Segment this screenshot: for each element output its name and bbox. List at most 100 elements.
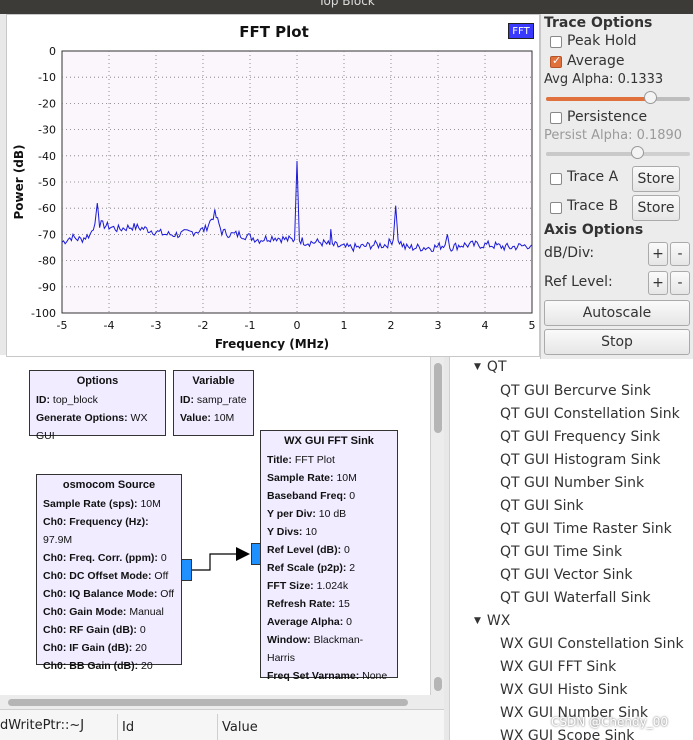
variable-block[interactable]: Variable ID: samp_rate Value: 10M (173, 370, 254, 436)
tree-item[interactable]: QT GUI Time Sink (500, 544, 622, 560)
y-tick-label: -60 (38, 202, 56, 215)
tree-category-qt[interactable]: ▼ QT (474, 359, 507, 375)
block-param: Sample Rate: 10M (267, 472, 357, 484)
tree-item[interactable]: QT GUI Constellation Sink (500, 406, 680, 422)
ref-level-minus-button[interactable]: - (670, 271, 690, 295)
x-tick-label: 3 (435, 319, 442, 332)
block-param: Sample Rate (sps): 10M (43, 498, 161, 510)
store-a-button[interactable]: Store (632, 166, 680, 192)
block-param: Ch0: Gain Mode: Manual (43, 606, 164, 618)
tree-item[interactable]: QT GUI Number Sink (500, 475, 644, 491)
tree-item[interactable]: WX GUI FFT Sink (500, 659, 616, 675)
block-param: ID: samp_rate (180, 394, 247, 406)
block-param: ID: top_block (36, 394, 98, 406)
block-param: Ref Level (dB): 0 (267, 544, 350, 556)
trace-b-checkbox[interactable] (550, 202, 562, 214)
x-tick-label: -5 (57, 319, 68, 332)
controls-panel: Trace Options Peak Hold Average Avg Alph… (540, 14, 693, 359)
watermark: CSDN @Chendy_00 (551, 715, 668, 729)
canvas-vertical-scrollbar[interactable] (430, 355, 444, 695)
persistence-label[interactable]: Persistence (567, 109, 647, 125)
block-param: Refresh Rate: 15 (267, 598, 350, 610)
x-tick-label: 2 (388, 319, 395, 332)
persist-alpha-label: Persist Alpha: 0.1890 (544, 128, 683, 143)
x-tick-label: 5 (529, 319, 536, 332)
legend-fft-badge[interactable]: FFT (508, 23, 534, 39)
scroll-thumb[interactable] (434, 677, 442, 691)
scroll-thumb[interactable] (434, 363, 442, 433)
block-param: Ch0: BB Gain (dB): 20 (43, 660, 153, 672)
avg-alpha-label: Avg Alpha: 0.1333 (544, 72, 664, 87)
tree-item[interactable]: WX GUI Constellation Sink (500, 636, 684, 652)
scroll-thumb[interactable] (8, 699, 408, 706)
block-param: FFT Size: 1.024k (267, 580, 349, 592)
slider-knob[interactable] (643, 91, 657, 104)
tree-item[interactable]: WX GUI Histo Sink (500, 682, 628, 698)
store-b-button[interactable]: Store (632, 195, 680, 221)
y-axis-label: Power (dB) (12, 144, 26, 219)
axis-options-heading: Axis Options (544, 222, 644, 238)
trace-b-label[interactable]: Trace B (567, 198, 618, 214)
tree-item[interactable]: QT GUI Time Raster Sink (500, 521, 672, 537)
ref-level-label: Ref Level: (544, 274, 613, 290)
peak-hold-checkbox[interactable] (550, 36, 562, 48)
column-header-value[interactable]: Value (217, 714, 317, 740)
tree-item[interactable]: QT GUI Vector Sink (500, 567, 633, 583)
average-checkbox[interactable] (550, 54, 562, 68)
persist-alpha-slider[interactable] (546, 146, 690, 159)
fft-chart[interactable]: FFT Plot -5 -4 -3 -2 -1 0 1 2 3 4 50-10-20-30-40-5… (7, 15, 541, 358)
tree-item[interactable]: QT GUI Frequency Sink (500, 429, 660, 445)
block-param: Ch0: IQ Balance Mode: Off (43, 588, 175, 600)
canvas-horizontal-scrollbar[interactable] (0, 695, 444, 709)
trace-a-label[interactable]: Trace A (567, 169, 618, 185)
expander-icon[interactable]: ▼ (474, 362, 481, 372)
block-param: Y Divs: 10 (267, 526, 318, 538)
peak-hold-label[interactable]: Peak Hold (567, 33, 637, 49)
osmocom-source-block[interactable]: osmocom Source Sample Rate (sps): 10M Ch… (36, 474, 182, 672)
plot-area (61, 50, 533, 314)
db-div-plus-button[interactable]: + (648, 242, 668, 266)
y-tick-label: 0 (49, 45, 56, 58)
tree-item[interactable]: QT GUI Bercurve Sink (500, 383, 651, 399)
window-titlebar: Top Block (0, 0, 693, 14)
window-title: Top Block (318, 0, 375, 8)
block-param: Title: FFT Plot (267, 454, 335, 466)
x-tick-label: -1 (245, 319, 256, 332)
block-param: Baseband Freq: 0 (267, 490, 356, 502)
flowgraph-canvas[interactable]: Options ID: top_block Generate Options: … (0, 355, 430, 695)
tree-category-wx[interactable]: ▼ WX (474, 613, 510, 629)
x-tick-label: -2 (198, 319, 209, 332)
block-param: Ch0: DC Offset Mode: Off (43, 570, 169, 582)
y-tick-label: -40 (38, 150, 56, 163)
block-param: Ch0: Freq. Corr. (ppm): 0 (43, 552, 167, 564)
options-block[interactable]: Options ID: top_block Generate Options: … (29, 370, 166, 442)
tree-item[interactable]: QT GUI Waterfall Sink (500, 590, 651, 606)
output-port[interactable] (181, 559, 192, 581)
trace-a-checkbox[interactable] (550, 173, 562, 185)
average-label[interactable]: Average (567, 53, 625, 69)
block-title: osmocom Source (62, 479, 156, 491)
tree-item[interactable]: QT GUI Sink (500, 498, 583, 514)
persistence-checkbox[interactable] (550, 112, 562, 124)
block-param: Y per Div: 10 dB (267, 508, 347, 520)
block-title: WX GUI FFT Sink (284, 435, 374, 447)
fft-plot-panel[interactable]: FFT Plot -5 -4 -3 -2 -1 0 1 2 3 4 5 0 -10 -20 -30 -40 -5… (6, 14, 540, 357)
block-library-tree[interactable]: ▼ QT QT GUI Bercurve Sink QT GUI Constell… (449, 355, 693, 740)
ref-level-plus-button[interactable]: + (648, 271, 668, 295)
column-header-id[interactable]: Id (117, 714, 217, 740)
chart-title: FFT Plot (239, 23, 309, 41)
tree-item[interactable]: WX GUI Scope Sink (500, 728, 634, 740)
stop-button[interactable]: Stop (544, 329, 690, 355)
expander-icon[interactable]: ▼ (474, 616, 481, 626)
db-div-minus-button[interactable]: - (670, 242, 690, 266)
trace-options-heading: Trace Options (544, 15, 653, 31)
fft-sink-block[interactable]: WX GUI FFT Sink Title: FFT Plot Sample R… (260, 430, 398, 682)
y-tick-label: -20 (38, 97, 56, 110)
block-param: Freq Set Varname: None (267, 670, 388, 682)
tree-item[interactable]: QT GUI Histogram Sink (500, 452, 661, 468)
block-param: Ch0: Frequency (Hz): 97.9M (43, 516, 149, 546)
avg-alpha-slider[interactable] (546, 91, 690, 104)
autoscale-button[interactable]: Autoscale (544, 300, 690, 326)
slider-knob[interactable] (630, 146, 644, 159)
block-param: Generate Options: WX GUI (36, 412, 148, 442)
